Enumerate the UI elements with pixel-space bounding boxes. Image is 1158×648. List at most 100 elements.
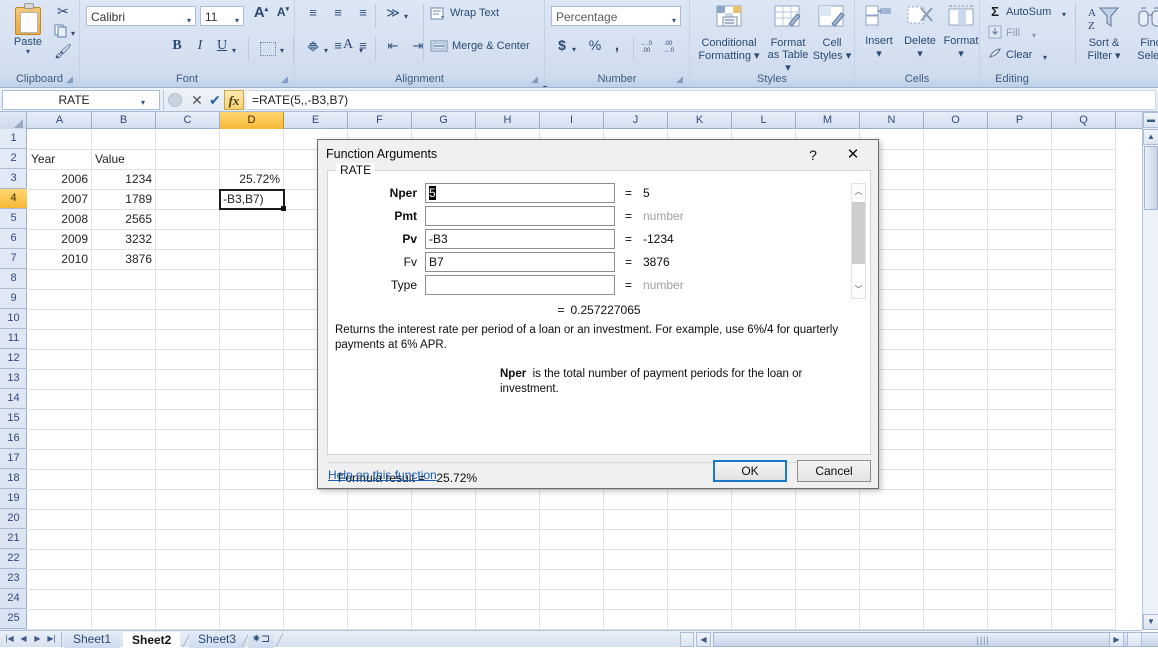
cell[interactable] [412,610,476,630]
cell[interactable] [924,510,988,530]
cell[interactable] [796,610,860,630]
help-icon[interactable]: ? [802,145,824,165]
cell[interactable] [924,250,988,270]
vertical-scroll-thumb[interactable] [1144,146,1158,210]
cell[interactable] [156,230,220,250]
cancel-x-icon[interactable]: ✕ [188,91,206,109]
horizontal-scrollbar[interactable]: ◀ |||| ▶ [680,630,1158,647]
cell[interactable] [796,550,860,570]
cell[interactable] [924,330,988,350]
cell[interactable] [988,250,1052,270]
cell[interactable] [476,610,540,630]
vertical-scrollbar[interactable]: ▬ ▲ ▼ [1142,112,1158,630]
arrow-up-icon[interactable]: ▲ [1143,129,1158,145]
cell[interactable] [1052,450,1116,470]
chevron-down-icon[interactable]: ▾ [1032,31,1036,40]
chevron-down-icon[interactable]: ▾ [141,94,145,112]
cell[interactable] [156,270,220,290]
cell[interactable] [220,490,284,510]
cell[interactable] [924,270,988,290]
cell[interactable] [924,550,988,570]
cell[interactable] [1052,410,1116,430]
cell[interactable] [220,250,284,270]
cell[interactable] [348,610,412,630]
cell[interactable] [988,130,1052,150]
cell[interactable] [156,570,220,590]
cell[interactable] [28,390,92,410]
cell-B6[interactable]: 3232 [92,230,156,250]
cell[interactable] [988,310,1052,330]
cell[interactable] [988,350,1052,370]
cell[interactable] [924,430,988,450]
cell[interactable] [1052,470,1116,490]
find-select-button[interactable]: Find Selec [1128,4,1158,63]
cell[interactable] [284,550,348,570]
cell[interactable] [156,330,220,350]
split-handle-right-icon[interactable] [1127,632,1142,647]
cell-A3[interactable]: 2006 [28,170,92,190]
cell[interactable] [732,610,796,630]
cell[interactable] [220,530,284,550]
cancel-button[interactable]: Cancel [797,460,871,482]
row-header-12[interactable]: 12 [0,349,27,369]
cell[interactable] [1052,510,1116,530]
column-header-G[interactable]: G [412,112,476,129]
cell[interactable] [220,330,284,350]
cell-A5[interactable]: 2008 [28,210,92,230]
font-size-input[interactable]: 11 ▾ [200,6,244,26]
cell[interactable] [604,610,668,630]
nav-next-icon[interactable]: ▶ [31,633,44,646]
conditional-formatting-button[interactable]: Conditional Formatting ▾ [694,4,764,62]
cell[interactable] [28,310,92,330]
column-header-C[interactable]: C [156,112,220,129]
cell[interactable] [924,610,988,630]
cell[interactable] [540,510,604,530]
cell[interactable] [220,550,284,570]
cell[interactable] [156,490,220,510]
accounting-format-button[interactable]: $ [553,37,571,59]
cell[interactable] [1052,310,1116,330]
cell[interactable] [540,590,604,610]
cell[interactable] [988,510,1052,530]
cell[interactable] [988,170,1052,190]
cell[interactable] [284,590,348,610]
cell[interactable] [412,590,476,610]
cell[interactable] [540,530,604,550]
cell[interactable] [28,130,92,150]
cell[interactable] [220,470,284,490]
cell[interactable] [92,470,156,490]
column-header-J[interactable]: J [604,112,668,129]
row-header-5[interactable]: 5 [0,209,27,229]
cell[interactable] [156,150,220,170]
cell[interactable] [988,190,1052,210]
cell[interactable] [92,530,156,550]
cell[interactable] [732,590,796,610]
cell[interactable] [412,570,476,590]
cell[interactable] [28,370,92,390]
arguments-scroll-thumb[interactable] [852,202,865,264]
column-header-M[interactable]: M [796,112,860,129]
cell[interactable] [668,530,732,550]
cell[interactable] [284,570,348,590]
dialog-launcher-icon[interactable]: ◢ [66,74,76,84]
insert-cells-button[interactable]: Insert ▾ [859,4,899,60]
cell[interactable] [220,350,284,370]
cell[interactable] [92,330,156,350]
cell-styles-button[interactable]: Cell Styles ▾ [810,4,854,62]
cell[interactable] [28,530,92,550]
row-header-16[interactable]: 16 [0,429,27,449]
orientation-icon[interactable]: ≫ [382,5,404,25]
arrow-up-icon[interactable]: ︿ [852,184,865,200]
argument-input-type[interactable] [425,275,615,295]
row-header-18[interactable]: 18 [0,469,27,489]
cell[interactable] [988,590,1052,610]
cell[interactable] [796,530,860,550]
cell[interactable] [924,230,988,250]
cell[interactable] [220,290,284,310]
chevron-down-icon[interactable]: ▾ [232,46,236,55]
cell[interactable] [924,450,988,470]
cell[interactable] [156,250,220,270]
column-header-I[interactable]: I [540,112,604,129]
cell[interactable] [668,570,732,590]
dialog-launcher-icon[interactable]: ◢ [281,74,291,84]
